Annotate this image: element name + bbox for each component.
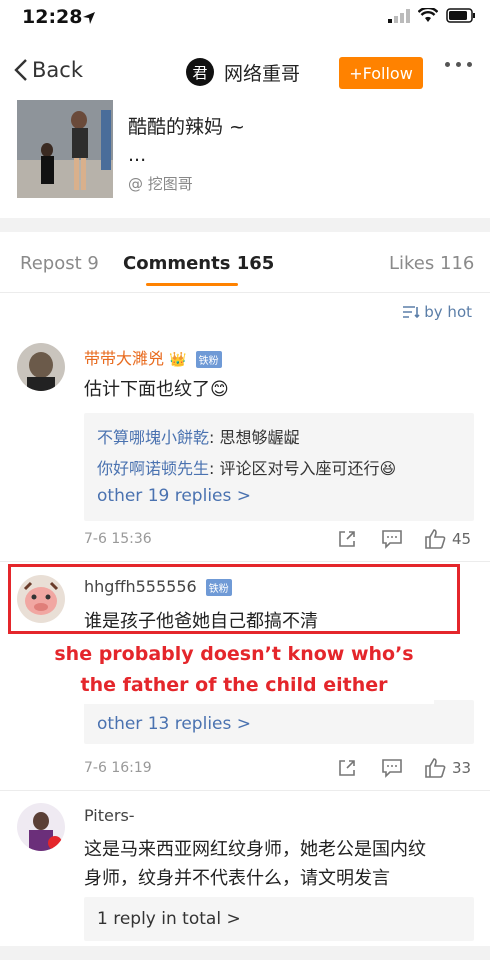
account-logo: 君: [186, 58, 214, 86]
username[interactable]: Piters-: [84, 806, 135, 825]
tab-repost[interactable]: Repost 9: [20, 253, 99, 274]
wifi-icon: [418, 8, 438, 22]
tab-likes[interactable]: Likes 116: [389, 253, 474, 274]
reply-username[interactable]: 不算哪塊小餅乾: [97, 428, 209, 447]
comment-text: 估计下面也纹了😊: [84, 379, 229, 400]
comment-divider: [0, 790, 490, 791]
like-button[interactable]: 33: [424, 758, 471, 778]
chevron-left-icon: [14, 59, 27, 81]
nav-title: 君 网络重哥: [186, 58, 300, 86]
avatar[interactable]: [17, 803, 65, 851]
highlight-box: [8, 564, 460, 634]
reply-username[interactable]: 你好啊诺顿先生: [97, 459, 209, 478]
like-count: 33: [452, 759, 472, 777]
crown-icon: 👑: [169, 352, 187, 368]
signal-icon: [388, 8, 410, 23]
thumbs-up-icon: [425, 529, 446, 549]
comment-text-line: 这是马来西亚网红纹身师，她老公是国内纹: [84, 839, 426, 860]
account-name: 网络重哥: [224, 62, 301, 85]
post-text: 酷酷的辣妈 ~: [128, 116, 245, 138]
bottom-divider: [0, 946, 490, 960]
translation-note: she probably doesn’t know who’s the fath…: [34, 636, 434, 704]
comment-header: 带带大濉兇 👑 铁粉: [84, 345, 222, 369]
reply-total-link[interactable]: 1 reply in total >: [97, 909, 241, 929]
tab-divider: [0, 292, 490, 293]
avatar[interactable]: [17, 343, 65, 391]
sort-by-hot-button[interactable]: by hot: [402, 303, 472, 321]
laugh-emoji-icon: 😆: [379, 459, 397, 478]
sort-label: by hot: [424, 303, 472, 321]
post-ellipsis: ...: [128, 144, 147, 166]
comment-time: 7-6 15:36: [84, 531, 152, 547]
section-divider: [0, 218, 490, 232]
follow-button[interactable]: +Follow: [339, 57, 423, 89]
more-icon[interactable]: [445, 62, 472, 67]
back-label: Back: [32, 58, 83, 82]
reply-icon[interactable]: [381, 758, 403, 782]
status-time: 12:28: [22, 6, 83, 28]
comment-divider: [0, 561, 490, 562]
location-arrow-icon: [82, 10, 96, 29]
username[interactable]: 带带大濉兇: [84, 349, 164, 368]
reply-line: 你好啊诺顿先生: 评论区对号入座可还行😆: [97, 459, 397, 478]
share-icon[interactable]: [337, 758, 357, 782]
other-replies-link[interactable]: other 19 replies >: [97, 486, 251, 506]
comment-text-line: 身师，纹身并不代表什么，请文明发言: [84, 868, 390, 889]
thumbs-up-icon: [425, 758, 446, 778]
status-icons: [388, 8, 476, 23]
active-tab-indicator: [146, 283, 238, 286]
tab-comments[interactable]: Comments 165: [123, 253, 274, 274]
post-source: @ 挖图哥: [128, 175, 193, 193]
share-icon[interactable]: [337, 529, 357, 553]
sort-icon: [403, 306, 420, 319]
smile-emoji-icon: 😊: [210, 379, 229, 400]
back-button[interactable]: Back: [14, 58, 83, 82]
comment-time: 7-6 16:19: [84, 760, 152, 776]
battery-icon: [446, 8, 475, 23]
like-count: 45: [452, 530, 472, 548]
post-thumbnail[interactable]: [17, 100, 113, 198]
like-button[interactable]: 45: [424, 529, 471, 549]
reply-icon[interactable]: [381, 529, 403, 553]
fan-badge: 铁粉: [195, 351, 222, 368]
reply-line: 不算哪塊小餅乾: 思想够龌龊: [97, 428, 300, 447]
other-replies-link[interactable]: other 13 replies >: [97, 714, 251, 734]
